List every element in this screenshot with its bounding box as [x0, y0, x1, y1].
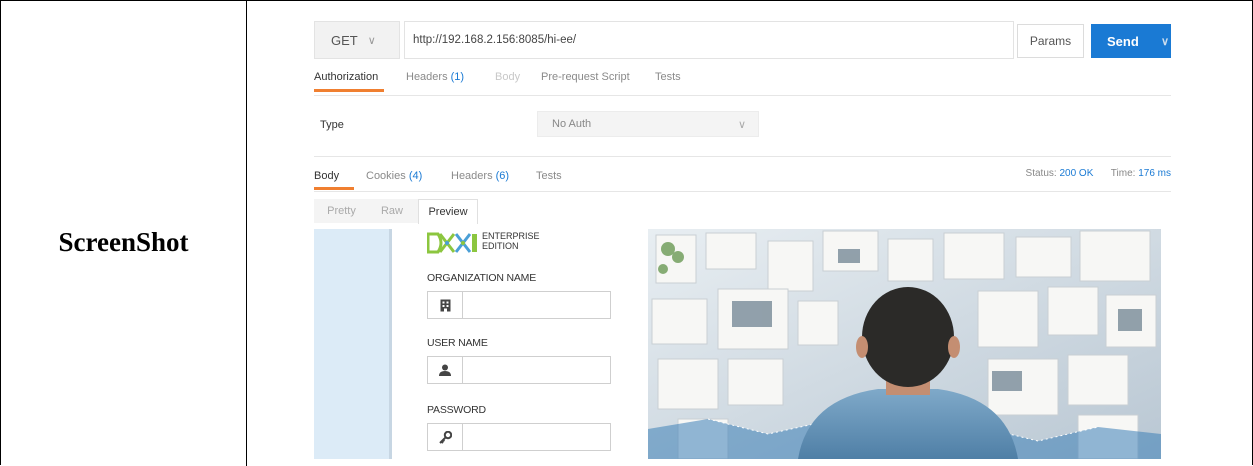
chevron-down-icon: ∨: [737, 118, 746, 131]
response-status: Status: 200 OK Time: 176 ms: [1026, 168, 1171, 179]
edition-text: ENTERPRISE EDITION: [482, 231, 540, 251]
tab-label: Headers: [406, 71, 448, 83]
tab-headers[interactable]: Headers (1): [406, 69, 464, 95]
tab-label: Authorization: [314, 71, 379, 83]
tab-tests[interactable]: Tests: [655, 69, 681, 95]
chevron-down-icon: ∨: [367, 34, 376, 47]
url-text: http://192.168.2.156:8085/hi-ee/: [413, 34, 577, 46]
tab-label: Tests: [536, 170, 562, 182]
tab-response-body[interactable]: Body: [314, 168, 339, 194]
password-field[interactable]: [427, 423, 611, 451]
response-preview: ENTERPRISE EDITION ORGANIZATION NAME USE…: [314, 229, 1171, 459]
tab-count: (1): [450, 71, 465, 83]
auth-type-select[interactable]: No Auth ∨: [537, 111, 759, 137]
time-label: Time:: [1110, 168, 1136, 179]
url-input[interactable]: http://192.168.2.156:8085/hi-ee/: [404, 21, 1014, 59]
view-raw-button[interactable]: Raw: [369, 199, 415, 223]
tab-pre-request-script[interactable]: Pre-request Script: [541, 69, 630, 95]
user-icon: [428, 357, 463, 383]
auth-type-value: No Auth: [552, 118, 592, 130]
params-button[interactable]: Params: [1017, 24, 1084, 58]
params-label: Params: [1029, 34, 1072, 48]
method-select[interactable]: GET ∨: [314, 21, 400, 59]
chevron-down-icon[interactable]: ∨: [1161, 35, 1169, 48]
tab-label: Headers: [451, 170, 493, 182]
logo-icon: [427, 232, 477, 254]
key-icon: [428, 424, 463, 450]
org-label: ORGANIZATION NAME: [427, 272, 536, 284]
status-value: 200 OK: [1059, 168, 1094, 179]
building-icon: [428, 292, 463, 318]
time-value: 176 ms: [1138, 168, 1171, 179]
status-label: Status:: [1025, 168, 1057, 179]
active-tab-indicator: [314, 89, 384, 92]
row-label: ScreenShot: [58, 227, 189, 257]
tab-body[interactable]: Body: [495, 69, 520, 95]
tab-label: Cookies: [366, 170, 406, 182]
auth-type-label: Type: [320, 119, 344, 131]
tab-label: Body: [495, 71, 521, 83]
tab-response-headers[interactable]: Headers (6): [451, 168, 509, 194]
tab-cookies[interactable]: Cookies (4): [366, 168, 422, 194]
org-field[interactable]: [427, 291, 611, 319]
screenshot-content: GET ∨ http://192.168.2.156:8085/hi-ee/ P…: [314, 19, 1171, 459]
active-tab-indicator: [314, 187, 354, 190]
tab-label: Tests: [655, 71, 681, 83]
method-label: GET: [331, 32, 358, 48]
tab-label: Pre-request Script: [541, 71, 630, 83]
tab-count: (4): [408, 170, 423, 182]
tab-response-tests[interactable]: Tests: [536, 168, 562, 194]
send-button[interactable]: Send ∨: [1091, 24, 1171, 58]
view-pretty-button[interactable]: Pretty: [314, 199, 369, 223]
view-preview-button[interactable]: Preview: [418, 199, 478, 224]
tab-count: (6): [495, 170, 510, 182]
user-label: USER NAME: [427, 337, 488, 349]
request-tabs: Authorization Headers (1) Body Pre-reque…: [314, 69, 1171, 96]
user-field[interactable]: [427, 356, 611, 384]
view-mode-bar: Pretty Raw Preview: [314, 195, 1171, 224]
table-divider: [246, 1, 247, 466]
row-label-cell: ScreenShot: [1, 1, 246, 466]
request-bar: GET ∨ http://192.168.2.156:8085/hi-ee/ P…: [314, 19, 1171, 63]
response-tabs: Body Cookies (4) Headers (6) Tests Statu…: [314, 156, 1171, 192]
password-label: PASSWORD: [427, 404, 486, 416]
preview-left-panel: [314, 229, 391, 459]
hero-image: [648, 229, 1161, 459]
document-table: ScreenShot GET ∨ http://192.168.2.156:80…: [0, 0, 1253, 466]
tab-label: Body: [314, 170, 340, 182]
send-label: Send: [1107, 33, 1139, 49]
